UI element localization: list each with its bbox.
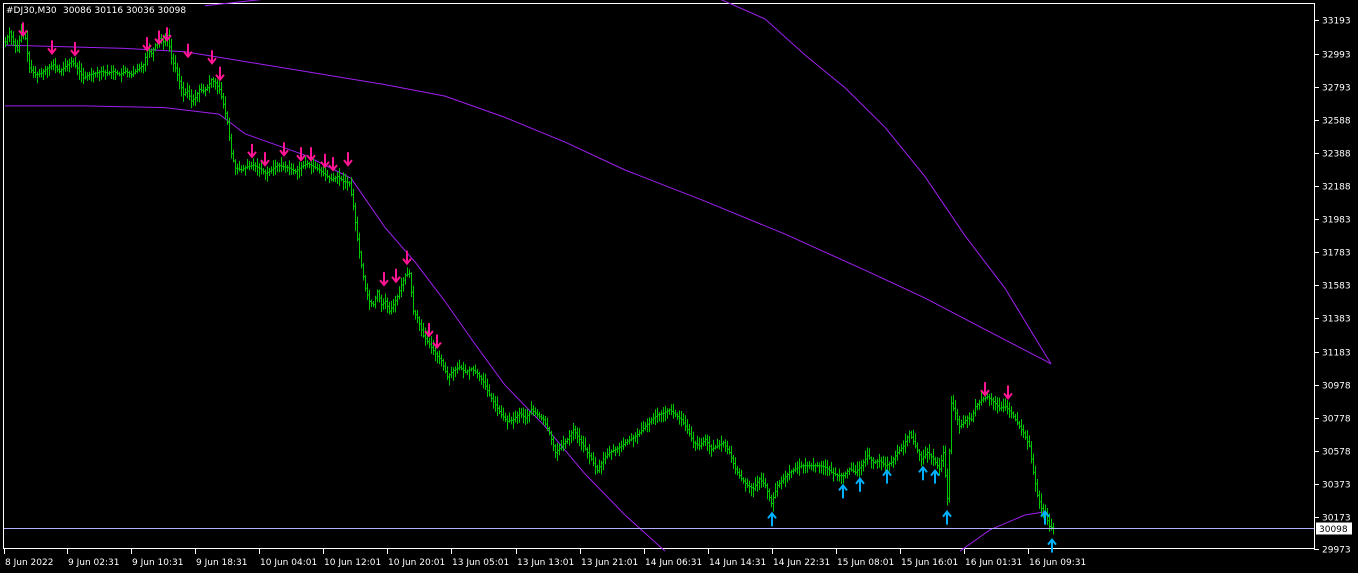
x-tick-label: 9 Jun 02:31 — [68, 558, 119, 568]
y-tick-label: 29973 — [1322, 546, 1351, 556]
y-tick-label: 31183 — [1322, 349, 1351, 359]
ohlc-label: 30086 30116 30036 30098 — [63, 6, 186, 16]
x-tick-label: 14 Jun 14:31 — [709, 558, 766, 568]
x-tick-label: 13 Jun 21:01 — [581, 558, 638, 568]
y-tick-label: 31583 — [1322, 282, 1351, 292]
x-tick-label: 16 Jun 01:31 — [965, 558, 1022, 568]
x-tick-label: 13 Jun 13:01 — [517, 558, 574, 568]
x-tick-label: 9 Jun 10:31 — [132, 558, 183, 568]
x-tick-label: 14 Jun 06:31 — [645, 558, 702, 568]
x-tick-label: 15 Jun 08:01 — [837, 558, 894, 568]
x-tick-label: 8 Jun 2022 — [5, 558, 53, 568]
x-tick-label: 10 Jun 20:01 — [388, 558, 445, 568]
y-tick-label: 32188 — [1322, 183, 1351, 193]
y-tick-label: 30578 — [1322, 448, 1351, 458]
x-tick-label: 14 Jun 22:31 — [773, 558, 830, 568]
x-tick-label: 10 Jun 12:01 — [324, 558, 381, 568]
x-tick-label: 13 Jun 05:01 — [452, 558, 509, 568]
symbol-label: #DJ30,M30 — [6, 6, 57, 16]
y-tick-label: 32388 — [1322, 150, 1351, 160]
y-tick-label: 32993 — [1322, 51, 1351, 61]
current-price-label: 30098 — [1319, 525, 1348, 535]
y-tick-label: 30373 — [1322, 481, 1351, 491]
x-tick-label: 15 Jun 16:01 — [901, 558, 958, 568]
price-chart[interactable]: 30098 33193 32993 32793 32588 32388 32188 3198… — [0, 0, 1358, 573]
y-tick-label: 31383 — [1322, 315, 1351, 325]
y-tick-label: 30978 — [1322, 382, 1351, 392]
y-tick-label: 32793 — [1322, 84, 1351, 94]
x-tick-label: 9 Jun 18:31 — [196, 558, 247, 568]
x-tick-label: 16 Jun 09:31 — [1029, 558, 1086, 568]
y-tick-label: 33193 — [1322, 17, 1351, 27]
y-tick-label: 30173 — [1322, 514, 1351, 524]
x-tick-label: 10 Jun 04:01 — [260, 558, 317, 568]
y-tick-label: 32588 — [1322, 117, 1351, 127]
y-tick-label: 31983 — [1322, 216, 1351, 226]
y-tick-label: 31783 — [1322, 249, 1351, 259]
y-tick-label: 30778 — [1322, 415, 1351, 425]
